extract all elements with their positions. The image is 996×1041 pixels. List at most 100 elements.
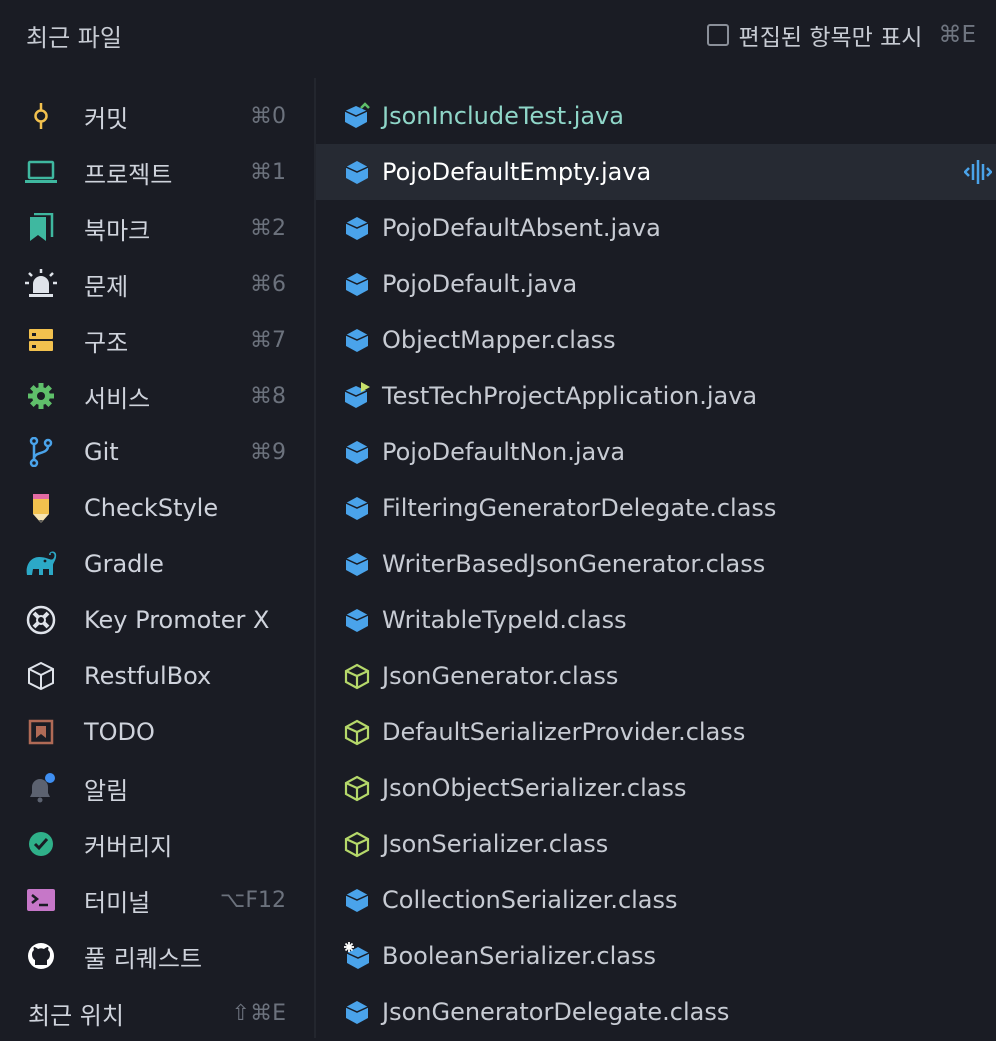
problems-alarm-icon <box>24 267 58 301</box>
bookmarks-icon <box>24 211 58 245</box>
tool-window-shortcut: ⌘7 <box>250 327 286 353</box>
cube-icon <box>24 659 58 693</box>
tool-window-label: 북마크 <box>84 216 151 245</box>
elephant-icon <box>24 547 58 581</box>
recent-locations-shortcut: ⇧⌘E <box>231 1000 286 1026</box>
edited-only-label[interactable]: 편집된 항목만 표시 <box>739 18 923 52</box>
file-row[interactable]: TestTechProjectApplication.java <box>316 368 996 424</box>
java-class-icon <box>342 437 372 467</box>
tool-window-label: RestfulBox <box>84 662 212 690</box>
abstract-class-icon <box>342 829 372 859</box>
file-row-selected[interactable]: PojoDefaultEmpty.java <box>316 144 996 200</box>
tool-window-label: Git <box>84 438 119 466</box>
tool-windows-list: 커밋 ⌘0 프로젝트 ⌘1 북마크 ⌘2 문제 ⌘6 구조 ⌘7 서비스 ⌘8 … <box>0 88 314 1038</box>
tool-window-shortcut: ⌘9 <box>250 439 286 465</box>
tool-window-item-bookmarks[interactable]: 북마크 ⌘2 <box>0 200 314 256</box>
java-class-icon <box>342 157 372 187</box>
coverage-icon <box>24 827 58 861</box>
file-row[interactable]: JsonSerializer.class <box>316 816 996 872</box>
popup-header: 최근 파일 편집된 항목만 표시 ⌘E <box>0 0 996 70</box>
popup-title: 최근 파일 <box>26 24 122 52</box>
file-row[interactable]: PojoDefaultNon.java <box>316 424 996 480</box>
file-name: FilteringGeneratorDelegate.class <box>382 494 777 522</box>
recent-files-list: JsonIncludeTest.java PojoDefaultEmpty.ja… <box>316 88 996 1038</box>
file-row[interactable]: WritableTypeId.class <box>316 592 996 648</box>
bell-icon <box>24 771 58 805</box>
tool-window-item-terminal[interactable]: 터미널 ⌥F12 <box>0 872 314 928</box>
tool-window-item-problems[interactable]: 문제 ⌘6 <box>0 256 314 312</box>
abstract-class-icon <box>342 773 372 803</box>
abstract-class-icon <box>342 717 372 747</box>
tool-window-shortcut: ⌘0 <box>250 103 286 129</box>
file-row[interactable]: PojoDefault.java <box>316 256 996 312</box>
file-row[interactable]: BooleanSerializer.class <box>316 928 996 984</box>
class-file-icon <box>342 885 372 915</box>
file-row[interactable]: CollectionSerializer.class <box>316 872 996 928</box>
java-class-icon <box>342 213 372 243</box>
file-row[interactable]: JsonObjectSerializer.class <box>316 760 996 816</box>
file-name: WritableTypeId.class <box>382 606 627 634</box>
pencil-icon <box>24 491 58 525</box>
file-row[interactable]: JsonIncludeTest.java <box>316 88 996 144</box>
file-row[interactable]: DefaultSerializerProvider.class <box>316 704 996 760</box>
file-row[interactable]: WriterBasedJsonGenerator.class <box>316 536 996 592</box>
tool-window-item-checkstyle[interactable]: CheckStyle <box>0 480 314 536</box>
file-row[interactable]: PojoDefaultAbsent.java <box>316 200 996 256</box>
todo-icon <box>24 715 58 749</box>
tool-window-label: TODO <box>84 718 155 746</box>
file-name: TestTechProjectApplication.java <box>382 382 758 410</box>
file-name: WriterBasedJsonGenerator.class <box>382 550 766 578</box>
tool-window-item-pull-requests[interactable]: 풀 리퀘스트 <box>0 928 314 984</box>
structure-icon <box>24 323 58 357</box>
class-file-icon <box>342 549 372 579</box>
file-row[interactable]: JsonGenerator.class <box>316 648 996 704</box>
tool-window-label: Key Promoter X <box>84 606 270 634</box>
tool-window-shortcut: ⌘2 <box>250 215 286 241</box>
tool-window-item-services[interactable]: 서비스 ⌘8 <box>0 368 314 424</box>
file-name: BooleanSerializer.class <box>382 942 656 970</box>
file-name: JsonObjectSerializer.class <box>382 774 687 802</box>
edited-only-checkbox[interactable] <box>706 24 729 46</box>
file-name: JsonGeneratorDelegate.class <box>382 998 730 1026</box>
file-row[interactable]: JsonGeneratorDelegate.class <box>316 984 996 1040</box>
tool-window-label: 서비스 <box>84 384 151 413</box>
file-name: PojoDefault.java <box>382 270 578 298</box>
class-file-icon <box>342 493 372 523</box>
tool-window-label: 문제 <box>84 272 129 301</box>
file-row[interactable]: ObjectMapper.class <box>316 312 996 368</box>
tool-window-label: Gradle <box>84 550 164 578</box>
commit-icon <box>24 99 58 133</box>
tool-window-shortcut: ⌘1 <box>250 159 286 185</box>
abstract-class-icon <box>342 661 372 691</box>
java-test-class-icon <box>342 101 372 131</box>
project-laptop-icon <box>24 155 58 189</box>
tool-window-label: 프로젝트 <box>84 160 173 189</box>
file-name: PojoDefaultAbsent.java <box>382 214 661 242</box>
tool-window-item-project[interactable]: 프로젝트 ⌘1 <box>0 144 314 200</box>
tool-window-shortcut: ⌘6 <box>250 271 286 297</box>
recent-locations-link[interactable]: 최근 위치 ⇧⌘E <box>0 985 314 1041</box>
tool-window-item-commit[interactable]: 커밋 ⌘0 <box>0 88 314 144</box>
tool-window-item-structure[interactable]: 구조 ⌘7 <box>0 312 314 368</box>
tool-window-item-coverage[interactable]: 커버리지 <box>0 816 314 872</box>
tool-window-label: 커밋 <box>84 104 129 133</box>
git-branch-icon <box>24 435 58 469</box>
file-row[interactable]: FilteringGeneratorDelegate.class <box>316 480 996 536</box>
open-in-split-icon[interactable] <box>963 158 993 186</box>
java-class-icon <box>342 269 372 299</box>
tool-window-item-restfulbox[interactable]: RestfulBox <box>0 648 314 704</box>
tool-window-label: 풀 리퀘스트 <box>84 944 203 973</box>
file-name: CollectionSerializer.class <box>382 886 678 914</box>
static-class-icon <box>342 941 372 971</box>
tool-window-label: 구조 <box>84 328 129 357</box>
file-name: PojoDefaultNon.java <box>382 438 626 466</box>
edited-only-toggle[interactable]: 편집된 항목만 표시 ⌘E <box>706 18 976 52</box>
recent-locations-label[interactable]: 최근 위치 <box>28 996 124 1031</box>
tool-window-item-key-promoter[interactable]: Key Promoter X <box>0 592 314 648</box>
tool-window-item-todo[interactable]: TODO <box>0 704 314 760</box>
tool-window-item-gradle[interactable]: Gradle <box>0 536 314 592</box>
tool-window-label: 커버리지 <box>84 832 173 861</box>
file-name: PojoDefaultEmpty.java <box>382 158 652 186</box>
tool-window-item-notifications[interactable]: 알림 <box>0 760 314 816</box>
tool-window-item-git[interactable]: Git ⌘9 <box>0 424 314 480</box>
